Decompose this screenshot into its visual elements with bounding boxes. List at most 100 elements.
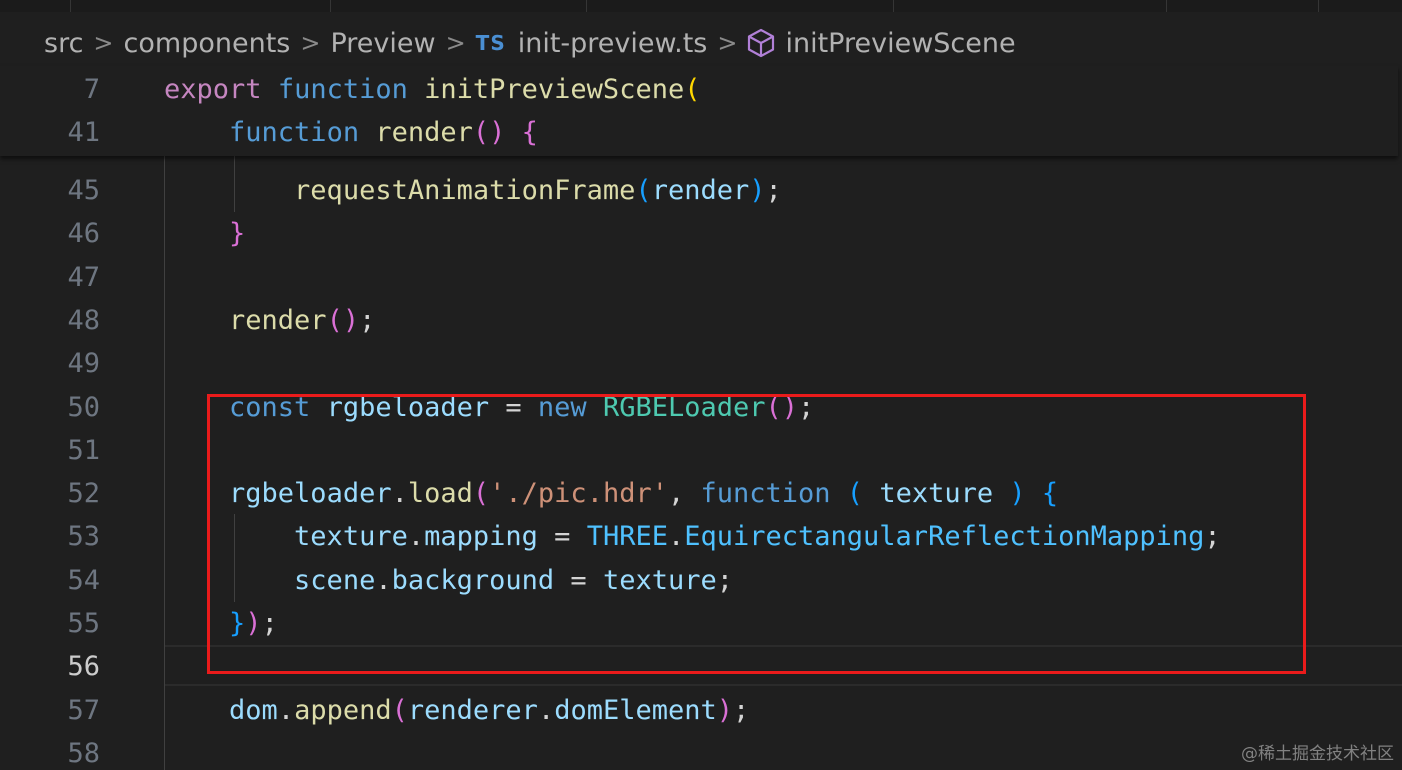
code-line[interactable]: 51 [0, 429, 1402, 472]
code-line[interactable]: 55 }); [0, 602, 1402, 645]
code-token: ; [798, 391, 815, 423]
sticky-scroll-header[interactable]: 7 export function initPreviewScene( 41 fun… [0, 66, 1398, 156]
line-number: 45 [67, 175, 100, 206]
code-line[interactable]: 53 texture.mapping = THREE.Equirectangul… [0, 515, 1402, 558]
code-text[interactable]: dom.append(renderer.domElement); [164, 689, 749, 732]
code-line[interactable]: 45 requestAnimationFrame(render); [0, 169, 1402, 212]
code-token: ; [765, 175, 782, 206]
code-token: ) [749, 175, 766, 206]
watermark: @稀土掘金技术社区 [1241, 744, 1394, 764]
code-line[interactable]: 52 rgbeloader.load('./pic.hdr', function… [0, 472, 1402, 515]
code-token: renderer [407, 694, 538, 726]
tab-separator [586, 0, 587, 12]
code-line[interactable]: 41 function render() { [0, 111, 1402, 154]
line-number: 51 [67, 434, 100, 466]
code-text[interactable]: function render() { [164, 111, 538, 154]
indent-guide [234, 156, 235, 212]
code-token: EquirectangularReflectionMapping [684, 521, 1205, 553]
code-text[interactable]: requestAnimationFrame(render); [164, 169, 782, 212]
code-token: . [667, 521, 685, 553]
code-token: rgbeloader [326, 391, 490, 423]
line-number: 53 [67, 521, 100, 553]
indent-guide [234, 514, 235, 602]
code-line[interactable]: 58 [0, 732, 1402, 770]
breadcrumb-item-src[interactable]: src [44, 28, 83, 59]
line-number: 57 [67, 694, 100, 726]
code-text[interactable]: const rgbeloader = new RGBELoader(); [164, 386, 814, 429]
code-line[interactable]: 48 render(); [0, 299, 1402, 342]
code-token: = [489, 391, 538, 423]
code-text[interactable]: texture.mapping = THREE.EquirectangularR… [164, 515, 1221, 558]
code-token: domElement [554, 694, 717, 726]
code-token: const [229, 391, 311, 423]
code-token: render [229, 304, 327, 336]
code-token: } [229, 608, 246, 639]
code-token: dom [229, 694, 278, 726]
code-token: render [651, 175, 750, 206]
code-text[interactable]: }); [164, 602, 278, 645]
code-line[interactable]: 46 } [0, 212, 1402, 255]
code-token: } [229, 218, 246, 250]
line-number: 41 [67, 117, 100, 148]
code-line[interactable]: 56 [0, 645, 1402, 688]
code-token: ( [635, 175, 652, 206]
code-token: ( [391, 694, 408, 726]
code-token: rgbeloader [229, 478, 392, 510]
code-line[interactable]: 7 export function initPreviewScene( [0, 68, 1402, 111]
code-token: . [407, 521, 425, 553]
chevron-right-icon: > [717, 29, 738, 57]
code-text[interactable]: export function initPreviewScene( [164, 68, 700, 111]
code-token: new [537, 391, 587, 423]
line-number: 50 [67, 391, 100, 423]
code-text[interactable]: } [164, 212, 245, 255]
typescript-file-icon: TS [475, 31, 506, 55]
line-number: 7 [83, 74, 100, 105]
code-line[interactable]: 49 [0, 342, 1402, 385]
code-token: { [521, 117, 538, 148]
code-token: function [229, 117, 360, 148]
code-text[interactable]: scene.background = texture; [164, 559, 733, 602]
code-line[interactable]: 47 [0, 256, 1402, 299]
line-number: 58 [67, 737, 100, 769]
breadcrumb-item-preview[interactable]: Preview [330, 28, 435, 59]
line-number: 47 [67, 261, 100, 293]
code-token: () [765, 391, 799, 423]
code-line[interactable]: 54 scene.background = texture; [0, 559, 1402, 602]
line-number: 54 [67, 564, 100, 596]
symbol-method-cube-icon [747, 28, 775, 58]
code-token: render [375, 117, 473, 148]
code-text[interactable]: rgbeloader.load('./pic.hdr', function ( … [164, 472, 1058, 515]
code-token: scene [294, 564, 376, 596]
code-line[interactable]: 57 dom.append(renderer.domElement); [0, 689, 1402, 732]
breadcrumb-item-components[interactable]: components [124, 28, 291, 59]
breadcrumb: src > components > Preview > TS init-pre… [0, 22, 1402, 64]
tab-separator [893, 0, 894, 12]
breadcrumb-item-file[interactable]: init-preview.ts [518, 28, 708, 59]
code-line[interactable]: 50 const rgbeloader = new RGBELoader(); [0, 386, 1402, 429]
code-token: , [667, 478, 701, 510]
line-number: 56 [67, 651, 100, 683]
code-token: . [277, 694, 295, 726]
code-token: ) [716, 694, 734, 726]
line-number: 46 [67, 218, 100, 250]
breadcrumb-item-symbol[interactable]: initPreviewScene [785, 28, 1015, 59]
code-token: ; [359, 304, 376, 336]
chevron-right-icon: > [93, 29, 114, 57]
code-token: ( [472, 478, 490, 510]
code-token: . [375, 564, 392, 596]
editor-tab-strip [0, 0, 1402, 12]
code-token: mapping [424, 521, 538, 553]
code-token: function [700, 478, 831, 510]
code-token: RGBELoader [602, 391, 766, 423]
code-token: ( [846, 478, 864, 510]
tab-separator [1318, 0, 1319, 12]
line-number: 48 [67, 304, 100, 336]
code-text[interactable]: render(); [164, 299, 375, 342]
